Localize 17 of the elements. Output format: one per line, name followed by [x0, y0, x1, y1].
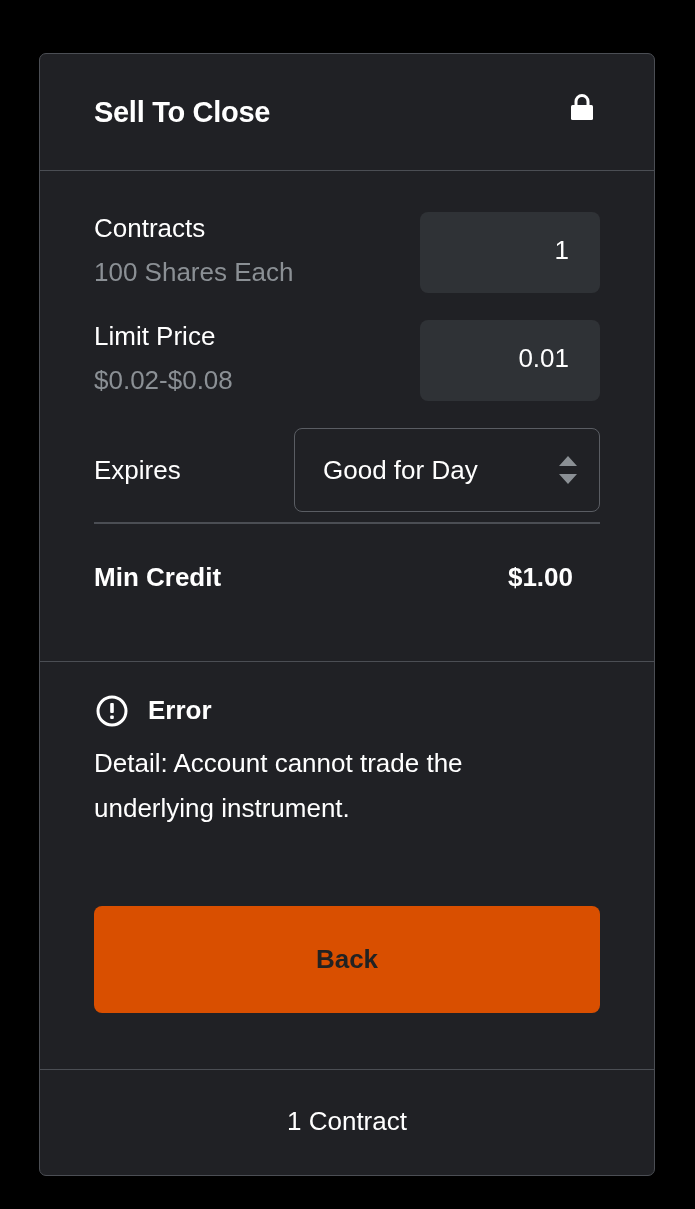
- summary-label: Min Credit: [94, 560, 222, 594]
- back-button[interactable]: Back: [94, 905, 600, 1013]
- panel-title: Sell To Close: [94, 95, 271, 129]
- up-down-arrows-icon: [559, 455, 577, 485]
- expires-select[interactable]: Good for Day: [294, 428, 600, 512]
- contract-count: 1 Contract: [287, 1105, 407, 1137]
- field-label: Expires: [94, 454, 181, 486]
- field-label: Limit Price: [94, 320, 217, 352]
- error-title: Error: [148, 695, 212, 726]
- field-hint: $0.02-$0.08: [94, 364, 233, 396]
- error-message: Detail: Account cannot trade the underlying instrument.: [94, 746, 464, 825]
- field-hint: 100 Shares Each: [94, 256, 294, 288]
- summary-value: $1.00: [507, 560, 573, 594]
- field-label: Contracts: [94, 212, 207, 244]
- number-input[interactable]: 0.01: [420, 320, 600, 401]
- number-input[interactable]: 1: [420, 212, 600, 293]
- exclamation-circle-icon: [96, 694, 128, 727]
